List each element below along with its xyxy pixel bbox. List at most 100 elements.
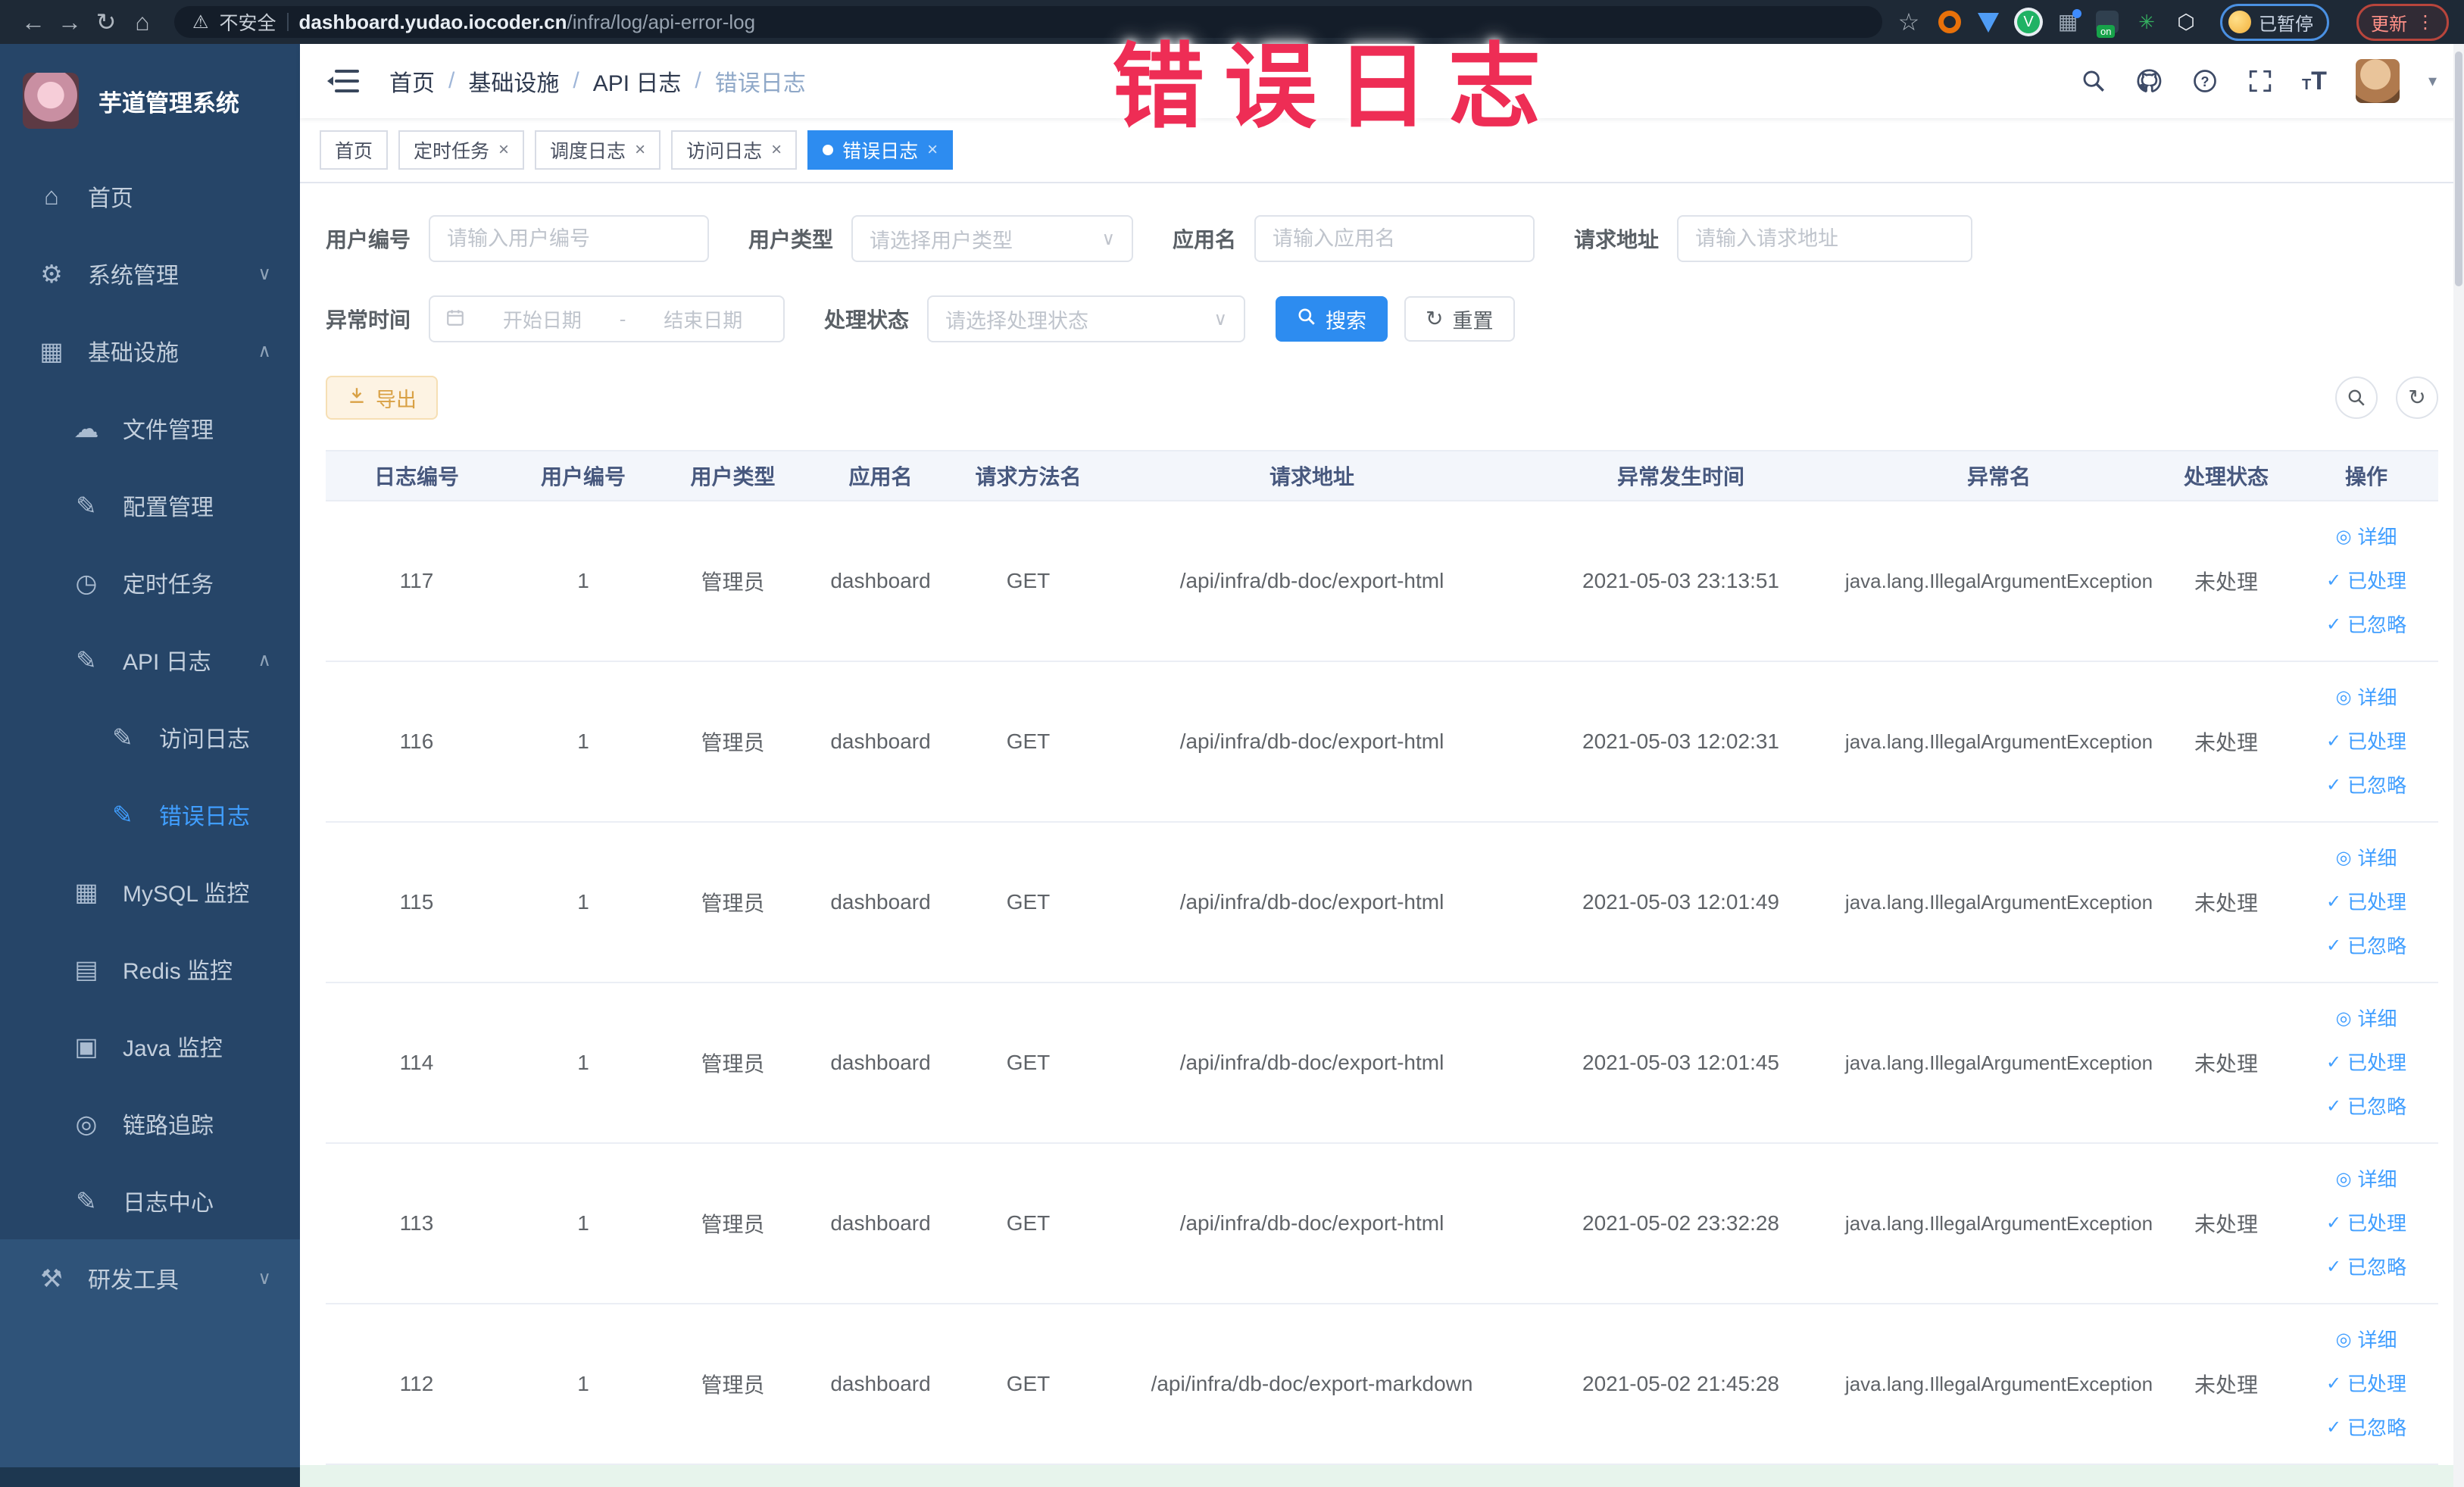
- action-link-0[interactable]: ◎ 详细: [2336, 677, 2397, 718]
- action-link-0[interactable]: ◎ 详细: [2336, 517, 2397, 558]
- home-icon[interactable]: ⌂: [124, 8, 161, 36]
- tab-4[interactable]: 错误日志 ×: [807, 130, 954, 170]
- bookmark-star-icon[interactable]: ☆: [1896, 8, 1922, 36]
- sidebar-item[interactable]: ◷ 定时任务: [0, 544, 300, 621]
- toggle-search-button[interactable]: [2335, 376, 2378, 419]
- action-link-1[interactable]: ✓ 已处理: [2326, 721, 2406, 762]
- sidebar-item[interactable]: ⚒ 研发工具 ∨: [0, 1239, 300, 1317]
- sidebar-item[interactable]: ✎ API 日志 ∧: [0, 621, 300, 698]
- reset-button[interactable]: ↻ 重置: [1404, 296, 1515, 342]
- app-name-input[interactable]: [1254, 215, 1535, 262]
- logo-image: [23, 73, 79, 129]
- home-icon: ⌂: [44, 182, 59, 210]
- action-link-0[interactable]: ◎ 详细: [2336, 1320, 2397, 1360]
- sidebar-item[interactable]: ◎ 链路追踪: [0, 1085, 300, 1162]
- sidebar-item[interactable]: ▣ Java 监控: [0, 1007, 300, 1085]
- extension-vue-icon[interactable]: V: [2017, 11, 2040, 33]
- cell-user_type: 管理员: [701, 570, 765, 594]
- sidebar-item[interactable]: ✎ 日志中心: [0, 1162, 300, 1239]
- action-link-2[interactable]: ✓ 已忽略: [2326, 765, 2406, 806]
- extensions-puzzle-icon[interactable]: ⬡: [2175, 11, 2197, 33]
- extension-shield-icon[interactable]: [1978, 11, 2000, 33]
- action-link-1[interactable]: ✓ 已处理: [2326, 882, 2406, 923]
- detail-eye-icon: ◎: [2335, 1329, 2352, 1350]
- extension-sprout-icon[interactable]: ✳: [2135, 11, 2158, 33]
- cell-method: GET: [1006, 890, 1051, 914]
- sidebar-item[interactable]: ▦ MySQL 监控: [0, 853, 300, 930]
- action-link-1[interactable]: ✓ 已处理: [2326, 1364, 2406, 1404]
- request-url-input[interactable]: [1677, 215, 1973, 262]
- sidebar-item[interactable]: ✎ 错误日志: [0, 776, 300, 853]
- close-icon[interactable]: ×: [927, 139, 938, 161]
- browser-menu-icon[interactable]: ⋮: [2416, 11, 2434, 33]
- close-icon[interactable]: ×: [771, 139, 782, 161]
- reload-icon[interactable]: ↻: [88, 8, 124, 36]
- extension-switch-icon[interactable]: [2096, 11, 2119, 38]
- app-logo[interactable]: 芋道管理系统: [0, 44, 300, 158]
- app-title: 芋道管理系统: [98, 89, 239, 117]
- sidebar-item[interactable]: ▦ 基础设施 ∧: [0, 312, 300, 389]
- fullscreen-icon[interactable]: [2247, 68, 2273, 94]
- refresh-table-button[interactable]: ↻: [2396, 376, 2438, 419]
- sidebar-fold-icon[interactable]: [327, 68, 359, 94]
- action-link-0[interactable]: ◎ 详细: [2336, 1159, 2397, 1200]
- action-link-2[interactable]: ✓ 已忽略: [2326, 604, 2406, 645]
- github-icon[interactable]: [2135, 67, 2163, 95]
- sidebar-item[interactable]: ▤ Redis 监控: [0, 930, 300, 1007]
- action-link-2[interactable]: ✓ 已忽略: [2326, 1247, 2406, 1288]
- tab-2[interactable]: 调度日志 ×: [535, 130, 661, 170]
- date-range-picker[interactable]: 开始日期 - 结束日期: [429, 295, 785, 342]
- sidebar-item[interactable]: ⚙ 系统管理 ∨: [0, 235, 300, 312]
- extension-grid-icon[interactable]: ▦: [2056, 9, 2081, 33]
- scrollbar-track[interactable]: [2453, 44, 2464, 1487]
- avatar[interactable]: [2355, 59, 2400, 103]
- user-type-select[interactable]: 请选择用户类型 ∨: [851, 215, 1134, 262]
- action-link-2[interactable]: ✓ 已忽略: [2326, 926, 2406, 967]
- action-link-1[interactable]: ✓ 已处理: [2326, 1203, 2406, 1244]
- address-bar[interactable]: ⚠ 不安全 dashboard.yudao.iocoder.cn/infra/l…: [174, 6, 1882, 38]
- divider: [286, 13, 289, 31]
- sidebar-item[interactable]: ✎ 访问日志: [0, 698, 300, 776]
- action-link-2[interactable]: ✓ 已忽略: [2326, 1407, 2406, 1448]
- browser-profile-chip[interactable]: 已暂停: [2220, 3, 2329, 41]
- browser-update-button[interactable]: 更新 ⋮: [2356, 3, 2449, 41]
- filter-label-user-type: 用户类型: [748, 228, 834, 251]
- action-link-1[interactable]: ✓ 已处理: [2326, 1042, 2406, 1083]
- scrollbar-thumb[interactable]: [2455, 52, 2462, 286]
- breadcrumb-item[interactable]: 首页: [389, 64, 435, 98]
- sidebar-item-label: 研发工具: [88, 1268, 179, 1293]
- back-icon[interactable]: ←: [15, 8, 52, 36]
- close-icon[interactable]: ×: [498, 139, 509, 161]
- tab-0[interactable]: 首页: [320, 130, 389, 170]
- font-size-icon[interactable]: TT: [2302, 67, 2327, 96]
- action-link-0[interactable]: ◎ 详细: [2336, 838, 2397, 879]
- forward-icon[interactable]: →: [52, 8, 88, 36]
- tab-1[interactable]: 定时任务 ×: [398, 130, 525, 170]
- cell-time: 2021-05-03 12:01:45: [1582, 1051, 1779, 1074]
- tab-3[interactable]: 访问日志 ×: [671, 130, 798, 170]
- process-status-select[interactable]: 请选择处理状态 ∨: [927, 295, 1246, 342]
- extension-orange-icon[interactable]: [1938, 11, 1961, 33]
- cell-url: /api/infra/db-doc/export-html: [1179, 890, 1444, 914]
- sidebar-item[interactable]: ☁ 文件管理: [0, 389, 300, 467]
- chevron-down-icon[interactable]: ▾: [2428, 71, 2437, 91]
- close-icon[interactable]: ×: [635, 139, 645, 161]
- export-button[interactable]: 导出: [326, 376, 438, 420]
- user-id-input[interactable]: [429, 215, 710, 262]
- check-icon: ✓: [2325, 614, 2342, 635]
- action-link-1[interactable]: ✓ 已处理: [2326, 561, 2406, 601]
- breadcrumb-item[interactable]: API 日志: [593, 64, 682, 98]
- gear-icon: ⚙: [40, 259, 63, 288]
- reset-button-label: 重置: [1452, 309, 1494, 333]
- sidebar-collapse-bar[interactable]: [0, 1467, 300, 1487]
- sidebar-item[interactable]: ✎ 配置管理: [0, 467, 300, 544]
- action-link-2[interactable]: ✓ 已忽略: [2326, 1086, 2406, 1127]
- search-icon[interactable]: [2081, 68, 2106, 94]
- help-icon[interactable]: ?: [2191, 67, 2219, 95]
- action-link-0[interactable]: ◎ 详细: [2336, 998, 2397, 1039]
- sidebar-item[interactable]: ⌂ 首页: [0, 158, 300, 235]
- search-button[interactable]: 搜索: [1276, 296, 1388, 342]
- column-header: 异常名: [1966, 465, 2031, 489]
- detail-eye-icon: ◎: [2335, 687, 2352, 708]
- breadcrumb-item[interactable]: 基础设施: [468, 64, 559, 98]
